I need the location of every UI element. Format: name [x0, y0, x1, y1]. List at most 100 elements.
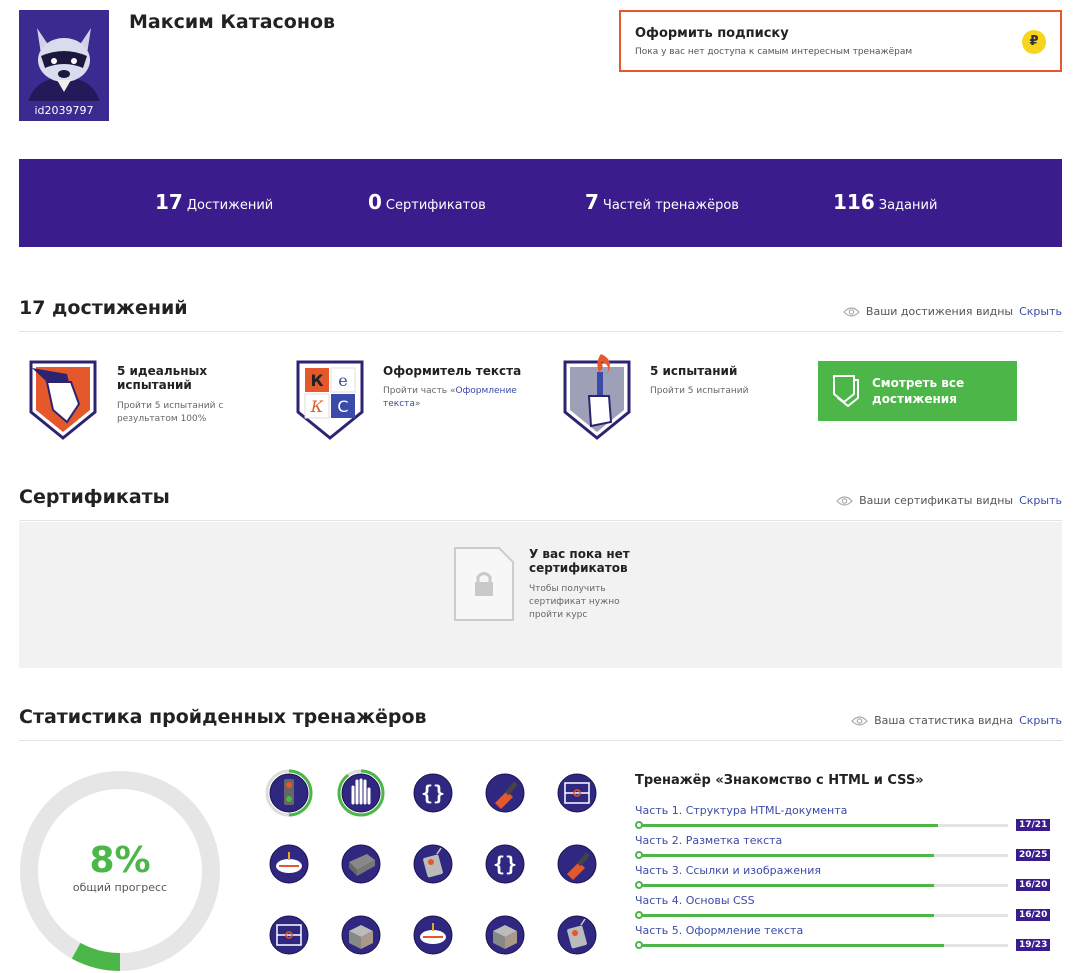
- user-id: id2039797: [19, 101, 109, 121]
- remote-control-icon[interactable]: [409, 840, 457, 888]
- statistics-title: Статистика пройденных тренажёров: [19, 706, 427, 728]
- braces-icon[interactable]: {}: [481, 840, 529, 888]
- visibility-text: Ваши достижения видны: [865, 305, 1014, 318]
- trainer-part-link[interactable]: Часть 5. Оформление текста: [635, 924, 1047, 937]
- part-progress-badge: 16/20: [1016, 909, 1051, 921]
- part-progress-start-dot: [635, 911, 643, 919]
- text-styler-icon[interactable]: К е К С: [294, 358, 366, 442]
- stat-achievements: 17 Достижений: [155, 190, 273, 214]
- stat-value: 7: [585, 190, 599, 214]
- part-progress-track: [638, 854, 1008, 857]
- subscription-title[interactable]: Оформить подписку: [635, 26, 789, 41]
- certificates-title: Сертификаты: [19, 486, 170, 508]
- palm-icon[interactable]: [337, 769, 385, 817]
- progress-label: общий прогресс: [72, 881, 168, 894]
- stat-value: 0: [368, 190, 382, 214]
- locked-document-icon: [454, 547, 514, 621]
- badge-letter: е: [338, 371, 347, 390]
- hide-statistics-link[interactable]: Скрыть: [1019, 714, 1062, 727]
- hide-achievements-link[interactable]: Скрыть: [1019, 305, 1062, 318]
- trainer-part-link[interactable]: Часть 4. Основы CSS: [635, 894, 1047, 907]
- part-progress-badge: 16/20: [1016, 879, 1051, 891]
- eye-icon: [851, 715, 868, 726]
- eye-icon: [836, 495, 853, 506]
- subscription-description: Пока у вас нет доступа к самым интересны…: [635, 47, 913, 57]
- certificates-empty-box: У вас пока нет сертификатов Чтобы получи…: [19, 522, 1062, 668]
- hide-certificates-link[interactable]: Скрыть: [1019, 494, 1062, 507]
- part-progress-fill: [638, 824, 938, 827]
- badge-stack-icon: [833, 375, 859, 408]
- stat-value: 116: [833, 190, 875, 214]
- torch-hand-icon[interactable]: [561, 352, 633, 442]
- trainer-part[interactable]: Часть 5. Оформление текста 19/23: [635, 924, 1051, 954]
- trainer-part[interactable]: Часть 4. Основы CSS 16/20: [635, 894, 1051, 924]
- stat-label: Достижений: [186, 198, 274, 213]
- achievement-desc: Пройти часть «Оформление текста»: [383, 385, 533, 411]
- achievements-visibility: Ваши достижения видны Скрыть: [843, 305, 1062, 318]
- trainer-part-link[interactable]: Часть 3. Ссылки и изображения: [635, 864, 1047, 877]
- see-all-label: Смотреть все достижения: [872, 376, 965, 406]
- trainer-part[interactable]: Часть 2. Разметка текста 20/25: [635, 834, 1051, 864]
- achievement-title: Оформитель текста: [383, 364, 522, 378]
- stat-trainer-parts: 7 Частей тренажёров: [585, 190, 739, 214]
- see-all-achievements-button[interactable]: Смотреть все достижения: [818, 361, 1017, 421]
- trainer-part-link[interactable]: Часть 1. Структура HTML-документа: [635, 804, 1047, 817]
- rubik-cube-icon[interactable]: [337, 911, 385, 959]
- part-progress-badge: 17/21: [1016, 819, 1051, 831]
- part-progress-fill: [638, 884, 934, 887]
- part-progress-track: [638, 914, 1008, 917]
- stat-label: Сертификатов: [385, 198, 486, 213]
- part-progress-track: [638, 884, 1008, 887]
- svg-text:{}: {}: [421, 781, 445, 805]
- paint-brush-icon[interactable]: [553, 840, 601, 888]
- trainer-part[interactable]: Часть 3. Ссылки и изображения 16/20: [635, 864, 1051, 894]
- stats-band: 17 Достижений 0 Сертификатов 7 Частей трена…: [19, 159, 1062, 247]
- achievement-desc: Пройти 5 испытаний: [650, 386, 749, 396]
- lego-brick-icon[interactable]: [337, 840, 385, 888]
- achievement-title: 5 идеальных испытаний: [117, 364, 208, 392]
- visibility-text: Ваша статистика видна: [874, 714, 1014, 727]
- part-progress-fill: [638, 854, 934, 857]
- user-name: Максим Катасонов: [129, 11, 336, 33]
- desc-text: Пройти часть «: [383, 386, 456, 396]
- spinning-top-icon[interactable]: [265, 840, 313, 888]
- visibility-text: Ваши сертификаты видны: [859, 494, 1014, 507]
- statistics-visibility: Ваша статистика видна Скрыть: [851, 714, 1062, 727]
- part-progress-badge: 20/25: [1016, 849, 1051, 861]
- football-field-icon[interactable]: [553, 769, 601, 817]
- football-field-icon[interactable]: [265, 911, 313, 959]
- achievements-title: 17 достижений: [19, 297, 188, 319]
- gun-hand-icon[interactable]: [27, 358, 99, 442]
- rubik-cube-icon[interactable]: [481, 911, 529, 959]
- svg-text:{}: {}: [493, 852, 517, 876]
- paint-brush-icon[interactable]: [481, 769, 529, 817]
- part-progress-start-dot: [635, 881, 643, 889]
- ruble-coin-icon: ₽: [1022, 30, 1046, 54]
- badge-letter: К: [310, 371, 323, 390]
- trainer-part[interactable]: Часть 1. Структура HTML-документа 17/21: [635, 804, 1051, 834]
- spinning-top-icon[interactable]: [409, 911, 457, 959]
- part-progress-badge: 19/23: [1016, 939, 1051, 951]
- remote-control-icon[interactable]: [553, 911, 601, 959]
- desc-text: »: [414, 399, 421, 409]
- progress-percent: 8%: [89, 840, 151, 881]
- traffic-light-icon[interactable]: [265, 769, 313, 817]
- subscription-banner[interactable]: Оформить подписку Пока у вас нет доступа…: [619, 10, 1062, 72]
- avatar[interactable]: id2039797: [19, 10, 109, 121]
- trainer-part-link[interactable]: Часть 2. Разметка текста: [635, 834, 1047, 847]
- badge-letter: С: [337, 397, 348, 416]
- achievement-desc: Пройти 5 испытаний с результатом 100%: [117, 401, 224, 424]
- part-progress-start-dot: [635, 821, 643, 829]
- stat-value: 17: [155, 190, 183, 214]
- stat-label: Частей тренажёров: [602, 198, 739, 213]
- no-certificates-title: У вас пока нет сертификатов: [529, 547, 630, 575]
- certificates-visibility: Ваши сертификаты видны Скрыть: [836, 494, 1062, 507]
- badge-letter: К: [310, 397, 324, 416]
- divider: [19, 520, 1062, 521]
- part-progress-track: [638, 824, 1008, 827]
- braces-icon[interactable]: {}: [409, 769, 457, 817]
- part-progress-start-dot: [635, 941, 643, 949]
- achievement-title: 5 испытаний: [650, 364, 738, 378]
- no-certificates-desc: Чтобы получить сертификат нужно пройти к…: [529, 584, 620, 620]
- part-progress-fill: [638, 944, 944, 947]
